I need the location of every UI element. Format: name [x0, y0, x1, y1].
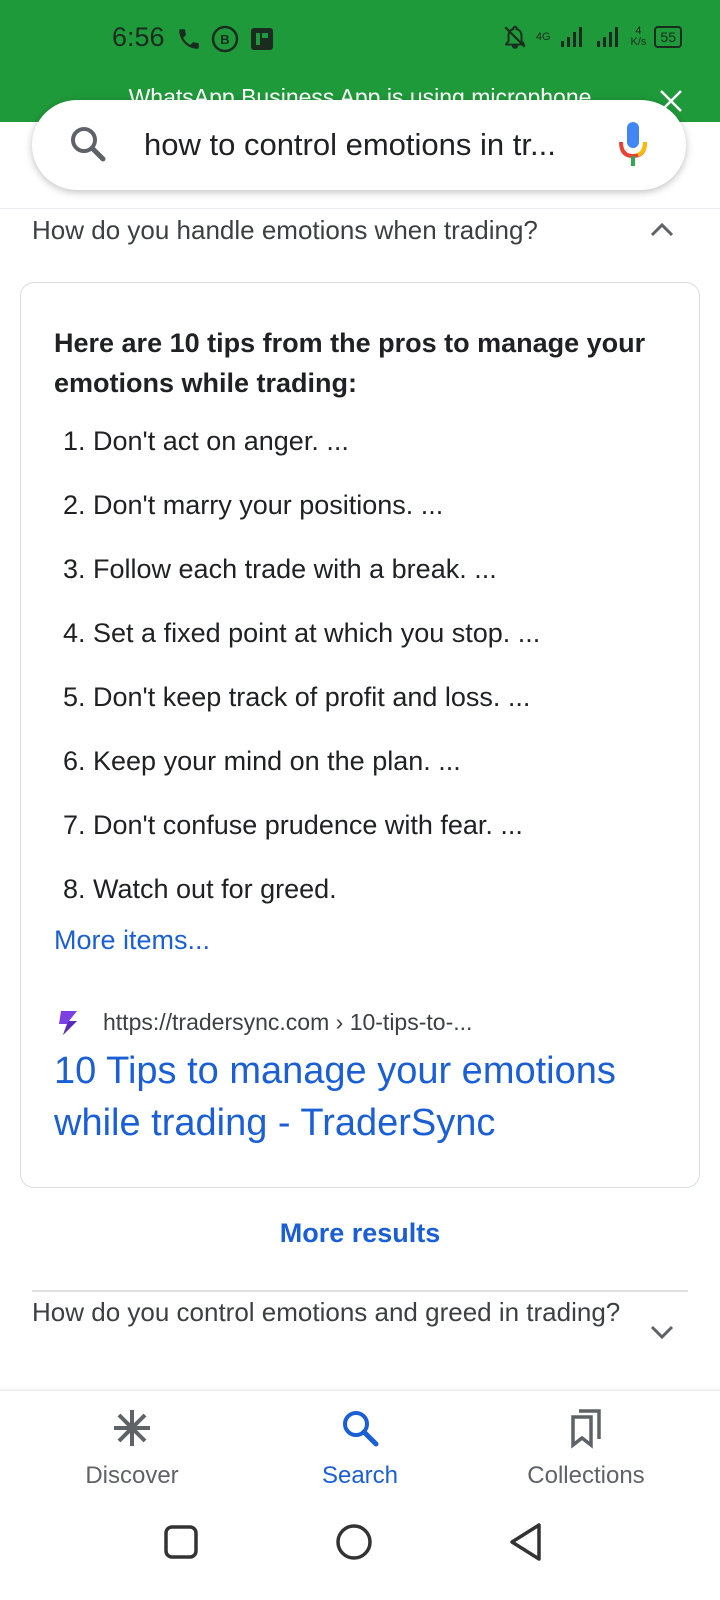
app-notification-icon	[251, 28, 273, 50]
signal-strength-2-icon	[596, 27, 618, 47]
divider	[0, 208, 720, 209]
microphone-icon[interactable]	[616, 120, 650, 168]
search-bar[interactable]: how to control emotions in tr...	[32, 100, 686, 190]
nav-discover-label: Discover	[85, 1462, 179, 1489]
nav-search-label: Search	[321, 1462, 399, 1489]
more-results-button[interactable]: More results	[0, 1218, 720, 1249]
list-item: 6. Keep your mind on the plan. ...	[63, 746, 461, 776]
search-icon	[343, 1411, 379, 1447]
battery-indicator: 55	[654, 26, 682, 48]
data-speed-unit: K/s	[630, 36, 647, 48]
system-navigation	[0, 1500, 720, 1600]
collections-bookmark-icon	[571, 1409, 601, 1449]
list-item: 4. Set a fixed point at which you stop. …	[63, 618, 541, 648]
network-type: 4G	[535, 30, 551, 43]
bottom-navigation: Discover Search Collections	[0, 1390, 720, 1501]
list-item: 5. Don't keep track of profit and loss. …	[63, 682, 531, 712]
nav-collections[interactable]: Collections	[466, 1391, 706, 1490]
notifications-off-icon	[504, 25, 526, 49]
tips-list: 1. Don't act on anger. ... 2. Don't marr…	[63, 409, 540, 921]
list-item: 1. Don't act on anger. ...	[63, 426, 349, 456]
chevron-up-icon[interactable]	[648, 216, 676, 244]
back-icon[interactable]	[508, 1522, 544, 1562]
status-left-icons: B	[176, 24, 276, 54]
home-icon[interactable]	[334, 1522, 374, 1562]
result-title-link[interactable]: 10 Tips to manage your emotions while tr…	[54, 1045, 674, 1149]
list-item: 7. Don't confuse prudence with fear. ...	[63, 810, 523, 840]
list-item: 3. Follow each trade with a break. ...	[63, 554, 497, 584]
more-items-link[interactable]: More items...	[54, 925, 210, 956]
signal-strength-icon	[560, 27, 582, 47]
faq-question-open[interactable]: How do you handle emotions when trading?	[32, 210, 622, 250]
list-item: 2. Don't marry your positions. ...	[63, 490, 444, 520]
svg-text:B: B	[220, 32, 229, 47]
network-label: 4G	[535, 30, 551, 43]
answer-heading: Here are 10 tips from the pros to manage…	[54, 328, 646, 398]
status-right-icons: 4G 4 K/s 55	[502, 24, 682, 50]
source-url[interactable]: https://tradersync.com › 10-tips-to-...	[103, 1009, 472, 1036]
nav-collections-label: Collections	[527, 1462, 645, 1489]
nav-discover[interactable]: Discover	[12, 1391, 252, 1490]
faq-question-collapsed[interactable]: How do you control emotions and greed in…	[32, 1292, 622, 1332]
whatsapp-business-icon: B	[211, 25, 239, 53]
recent-apps-icon[interactable]	[163, 1524, 199, 1560]
answer-card: Here are 10 tips from the pros to manage…	[20, 282, 700, 1188]
search-input[interactable]: how to control emotions in tr...	[144, 127, 556, 163]
search-icon[interactable]	[68, 124, 108, 164]
asterisk-discover-icon	[114, 1410, 150, 1446]
data-speed: 4 K/s	[631, 26, 647, 48]
phone-call-icon	[179, 29, 199, 49]
status-time: 6:56	[112, 22, 165, 52]
chevron-down-icon[interactable]	[648, 1318, 676, 1346]
tradersync-favicon-icon	[59, 1011, 77, 1035]
list-item: 8. Watch out for greed.	[63, 874, 337, 904]
nav-search[interactable]: Search	[240, 1391, 480, 1490]
